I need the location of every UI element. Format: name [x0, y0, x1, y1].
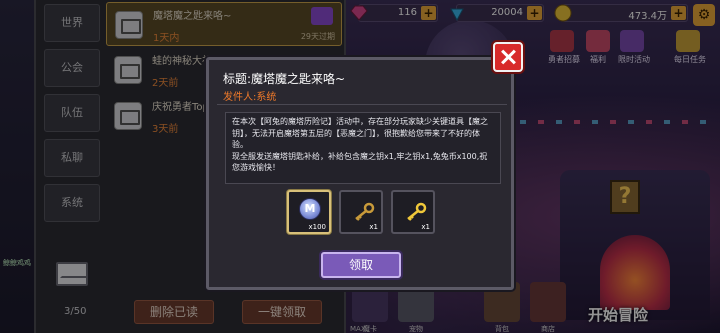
mail-body-text: 在本次【阿兔的魔塔历险记】活动中，存在部分玩家缺少关键道具【魔之钥】，无法开启魔… [225, 112, 501, 184]
golden-key-icon [407, 202, 427, 221]
mail-body-content: 在本次【阿兔的魔塔历险记】活动中，存在部分玩家缺少关键道具【魔之钥】，无法开启魔… [232, 117, 488, 172]
claim-button[interactable]: 领取 [321, 252, 401, 278]
dialog-title: 标题:魔塔魔之匙来咯~ [223, 72, 346, 86]
bunny-coin-icon: M [299, 198, 321, 220]
dialog-sender: 发件人:系统 [223, 92, 277, 103]
reward-slot[interactable]: M x100 [287, 190, 331, 234]
divider [217, 104, 507, 105]
reward-qty: x1 [421, 223, 430, 231]
reward-qty: x100 [308, 223, 326, 231]
reward-qty: x1 [369, 223, 378, 231]
close-icon[interactable] [493, 42, 523, 72]
reward-slot[interactable]: x1 [391, 190, 435, 234]
mail-detail-dialog: 标题:魔塔魔之匙来咯~ 发件人:系统 在本次【阿兔的魔塔历险记】活动中，存在部分… [206, 57, 514, 290]
key-icon [355, 202, 375, 221]
reward-slot[interactable]: x1 [339, 190, 383, 234]
reward-list: M x100 x1 x1 [287, 190, 437, 238]
